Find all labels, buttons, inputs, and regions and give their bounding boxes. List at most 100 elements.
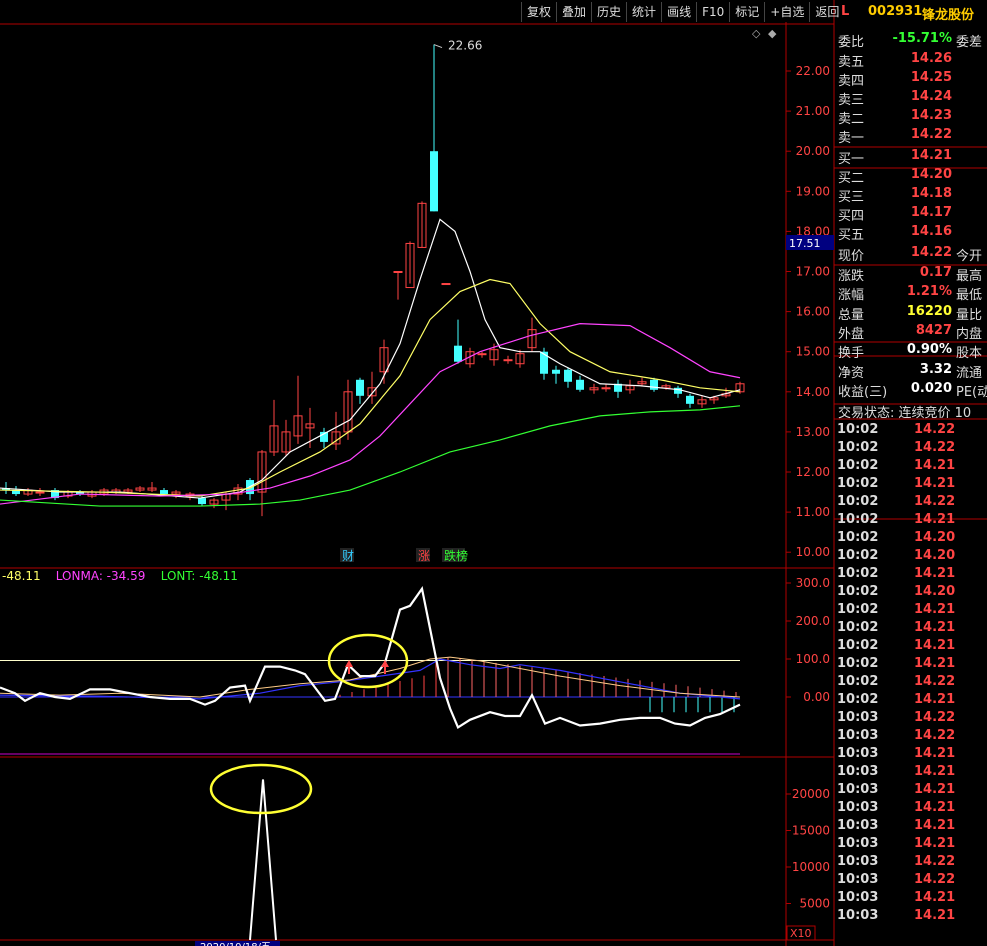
toolbar-mark-button[interactable]: 标记 (729, 2, 764, 22)
sell-level-5-value: 14.26 (910, 51, 952, 66)
tick-row: 10:03 14.21 (836, 800, 987, 818)
tick-time: 10:03 (837, 728, 879, 743)
candle-body-down (576, 379, 584, 390)
tick-price: 14.21 (914, 512, 956, 527)
tick-row: 10:02 14.21 (836, 458, 987, 476)
price-axis-label: 22.00 (796, 64, 830, 78)
price-axis-label: 14.00 (796, 385, 830, 399)
weibi-row: 委比 -15.71% 委差 (836, 31, 987, 50)
candle-body-up (393, 271, 403, 273)
tick-row: 10:02 14.21 (836, 692, 987, 710)
stat2-2-value: 0.020 (910, 381, 952, 396)
stat-4: 外盘 8427 内盘 (836, 323, 987, 342)
tick-time: 10:03 (837, 890, 879, 905)
candlesticks (2, 44, 745, 517)
buy-level-4: 买四 14.17 (836, 205, 987, 224)
tick-row: 10:03 14.21 (836, 890, 987, 908)
buy-level-1: 买一 14.21 (836, 148, 987, 167)
toolbar-add-watchlist-button[interactable]: +自选 (764, 2, 809, 22)
tick-price: 14.21 (914, 800, 956, 815)
tick-price: 14.21 (914, 836, 956, 851)
weibi-row-value: -15.71% (892, 31, 952, 46)
candle-body-down (674, 387, 682, 394)
tick-price: 14.21 (914, 818, 956, 833)
price-axis-label: 11.00 (796, 505, 830, 519)
candle-body-up (601, 387, 611, 390)
event-marker-0: 财 (342, 549, 354, 563)
tick-row: 10:02 14.20 (836, 530, 987, 548)
indicator-axis-label: 100.0 (796, 652, 830, 666)
stat-0-label: 现价 (838, 249, 865, 264)
candle-body-up (35, 491, 45, 494)
tick-time: 10:02 (837, 530, 879, 545)
event-marker-1: 涨 (418, 548, 430, 563)
stat-4-label: 外盘 (838, 327, 865, 342)
tick-time: 10:02 (837, 476, 879, 491)
sell-level-1-value: 14.22 (910, 127, 952, 142)
tick-time: 10:02 (837, 674, 879, 689)
weibi-row-extra-label: 委差 (956, 35, 983, 50)
toolbar-draw-button[interactable]: 画线 (661, 2, 696, 22)
tick-time: 10:02 (837, 494, 879, 509)
candle-body-down (650, 379, 658, 390)
tick-price: 14.21 (914, 638, 956, 653)
tick-price: 14.22 (914, 854, 956, 869)
price-axis-label: 10.00 (796, 545, 830, 559)
tick-price: 14.22 (914, 710, 956, 725)
toolbar-history-button[interactable]: 历史 (591, 2, 626, 22)
candle-body-down (454, 345, 462, 362)
toolbar-fuquan-button[interactable]: 复权 (521, 2, 556, 22)
stat-2-extra-label: 最低 (956, 288, 983, 303)
tick-row: 10:03 14.21 (836, 746, 987, 764)
buy-level-3-label: 买三 (838, 190, 865, 205)
tick-price: 14.21 (914, 908, 956, 923)
price-axis-label: 21.00 (796, 104, 830, 118)
buy-level-3-value: 14.18 (910, 186, 952, 201)
buy-level-4-label: 买四 (838, 209, 865, 224)
toolbar-overlay-button[interactable]: 叠加 (556, 2, 591, 22)
tick-price: 14.21 (914, 782, 956, 797)
sell-level-3-label: 卖三 (838, 93, 865, 108)
tick-time: 10:03 (837, 818, 879, 833)
sell-level-4-label: 卖四 (838, 74, 865, 89)
stock-header: L 002931 锋龙股份 (836, 4, 987, 26)
price-axis-label: 16.00 (796, 305, 830, 319)
tick-row: 10:03 14.22 (836, 728, 987, 746)
candle-body-down (552, 369, 560, 374)
peak-pointer (433, 44, 443, 49)
weibi-row-label: 委比 (838, 35, 865, 50)
stat-3-value: 16220 (906, 303, 952, 319)
sell-level-3-value: 14.24 (910, 89, 952, 104)
tick-row: 10:03 14.22 (836, 710, 987, 728)
sell-level-2-label: 卖二 (838, 112, 865, 127)
volume-axis-label: 10000 (792, 860, 830, 874)
sell-level-2-value: 14.23 (910, 108, 952, 123)
sell-level-2: 卖二 14.23 (836, 108, 987, 127)
candle-body-down (198, 498, 206, 505)
tick-row: 10:03 14.21 (836, 764, 987, 782)
tick-time: 10:02 (837, 638, 879, 653)
tick-row: 10:02 14.22 (836, 440, 987, 458)
diamond-filled-icon: ◆ (768, 27, 777, 40)
sell-level-4-value: 14.25 (910, 70, 952, 85)
stock-code: 002931 (868, 4, 923, 19)
sell-level-3: 卖三 14.24 (836, 89, 987, 108)
stat-4-value: 8427 (915, 323, 952, 338)
stat-3-label: 总量 (838, 307, 865, 323)
toolbar-stats-button[interactable]: 统计 (626, 2, 661, 22)
toolbar-f10-button[interactable]: F10 (696, 2, 729, 22)
stat2-0: 换手 0.90% 股本 (836, 342, 987, 361)
candle-body-down (686, 395, 694, 404)
tick-time: 10:03 (837, 764, 879, 779)
diamond-icon: ◇ (752, 27, 761, 40)
trade-status: 交易状态: 连续竞价 10 (838, 406, 972, 421)
candle-body-up (477, 353, 487, 356)
date-cursor-label: 2020/10/18/五 (200, 942, 271, 946)
stat-4-extra-label: 内盘 (956, 327, 983, 342)
tick-time: 10:02 (837, 548, 879, 563)
stat-2: 涨幅 1.21% 最低 (836, 284, 987, 303)
tick-price: 14.21 (914, 746, 956, 761)
tick-price: 14.22 (914, 728, 956, 743)
stat2-1-value: 3.32 (919, 361, 952, 377)
stat-2-label: 涨幅 (838, 288, 865, 303)
